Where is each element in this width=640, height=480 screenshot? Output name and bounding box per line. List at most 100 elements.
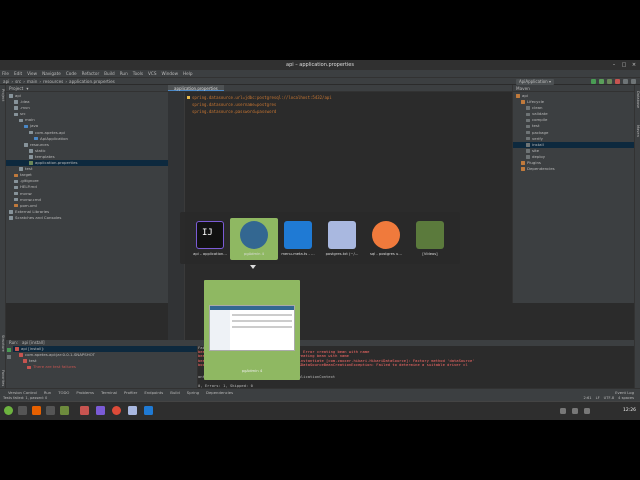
- switcher-app-videos[interactable]: [Vídeos]: [406, 218, 454, 260]
- intellij-icon[interactable]: [96, 406, 105, 415]
- favorites-tool-tab[interactable]: Favorites: [1, 370, 5, 386]
- tool-tab-event-log[interactable]: Event Log: [615, 390, 634, 395]
- breadcrumb-item[interactable]: src: [15, 79, 21, 84]
- editor-tab-application-properties[interactable]: application.properties: [168, 85, 224, 91]
- vscode-icon: [284, 221, 312, 249]
- switcher-app-pgadmin[interactable]: pgAdmin 4: [230, 218, 278, 260]
- code-line-3[interactable]: spring.datasource.password=password: [192, 109, 276, 114]
- project-tree-item[interactable]: Scratches and Consoles: [6, 215, 168, 221]
- menu-icon[interactable]: [4, 406, 13, 415]
- menu-run[interactable]: Run: [120, 71, 128, 76]
- rerun-icon[interactable]: [7, 348, 11, 352]
- search-icon[interactable]: [631, 79, 636, 84]
- window-title: api – application.properties: [286, 62, 354, 68]
- gear-icon: [526, 155, 530, 159]
- folder-icon: [416, 221, 444, 249]
- gear-icon: [526, 106, 530, 110]
- switcher-app-vscode[interactable]: menu-meta.ts - …: [274, 218, 322, 260]
- terminal-icon[interactable]: [46, 406, 55, 415]
- tool-tab-build[interactable]: Build: [170, 390, 180, 395]
- run-tree-row[interactable]: There are test failures: [13, 364, 197, 370]
- tree-node-icon: [29, 161, 33, 165]
- minimize-icon[interactable]: –: [611, 62, 617, 68]
- dbeaver-icon: [372, 221, 400, 249]
- menu-help[interactable]: Help: [183, 71, 193, 76]
- breadcrumb-item[interactable]: resources: [43, 79, 63, 84]
- gear-icon: [526, 136, 530, 141]
- network-icon[interactable]: [560, 408, 566, 414]
- menu-file[interactable]: File: [2, 71, 9, 76]
- tool-tab-terminal[interactable]: Terminal: [101, 390, 117, 395]
- desktop-icon[interactable]: [18, 406, 27, 415]
- window-preview[interactable]: pgAdmin 4: [204, 280, 300, 380]
- code-line-2[interactable]: spring.datasource.username=postgres: [192, 102, 276, 107]
- editor-tabs: application.properties: [168, 85, 512, 92]
- switcher-app-intellij[interactable]: IJ api – application…: [186, 218, 234, 260]
- tool-tab-profiler[interactable]: Profiler: [124, 390, 137, 395]
- breadcrumb-item[interactable]: api: [3, 79, 9, 84]
- tool-tab-todo[interactable]: TODO: [58, 390, 69, 395]
- tree-node-icon: [14, 197, 18, 202]
- tree-node-icon: [14, 106, 18, 110]
- clock[interactable]: 12:26: [623, 408, 636, 413]
- menu-code[interactable]: Code: [66, 71, 77, 76]
- switcher-app-text-editor[interactable]: postgres.txt (~/…: [318, 218, 366, 260]
- text-editor-icon[interactable]: [128, 406, 137, 415]
- tool-tab-dependencies[interactable]: Dependencies: [206, 390, 233, 395]
- code-line-1[interactable]: spring.datasource.url=jdbc:postgresql://…: [192, 95, 332, 100]
- gear-icon: [526, 118, 530, 123]
- tool-tab-problems[interactable]: Problems: [76, 390, 94, 395]
- window-preview-label: pgAdmin 4: [241, 368, 263, 373]
- breadcrumb-item[interactable]: application.properties: [69, 79, 115, 84]
- tree-node-icon: [29, 155, 33, 159]
- tree-node-icon: [24, 124, 28, 129]
- status-message: Tests failed: 1, passed: 0: [3, 396, 48, 400]
- navigation-bar: api › src › main › resources › application.p…: [0, 77, 640, 85]
- battery-icon[interactable]: [584, 408, 590, 414]
- volume-icon[interactable]: [572, 408, 578, 414]
- switcher-app-sql[interactable]: sql - postgres u…: [362, 218, 410, 260]
- maven-panel-header: Maven: [513, 85, 634, 92]
- menu-build[interactable]: Build: [104, 71, 115, 76]
- run-icon[interactable]: [591, 79, 596, 84]
- project-tree: api .idea .mvn src main java com.apetes.api Api…: [6, 92, 168, 221]
- debug-icon[interactable]: [599, 79, 604, 84]
- tree-node-icon: [9, 210, 13, 214]
- maven-tool-tab[interactable]: Maven: [636, 125, 640, 137]
- stop-icon[interactable]: [615, 79, 620, 84]
- menu-view[interactable]: View: [27, 71, 37, 76]
- menu-edit[interactable]: Edit: [14, 71, 22, 76]
- bulb-icon[interactable]: [187, 96, 190, 99]
- vscode-icon[interactable]: [144, 406, 153, 415]
- files-icon[interactable]: [60, 406, 69, 415]
- app-icon[interactable]: [80, 406, 89, 415]
- tool-tab-run[interactable]: Run: [44, 390, 51, 395]
- tool-tab-spring[interactable]: Spring: [187, 390, 199, 395]
- coverage-icon[interactable]: [607, 79, 612, 84]
- desktop-screen: api – application.properties – □ × File …: [0, 60, 640, 420]
- stop-icon[interactable]: [7, 355, 11, 359]
- breadcrumb-item[interactable]: main: [27, 79, 37, 84]
- chrome-icon[interactable]: [112, 406, 121, 415]
- maven-tree-item[interactable]: Dependencies: [513, 166, 634, 172]
- menu-refactor[interactable]: Refactor: [82, 71, 100, 76]
- tool-window-bar: Version Control Run TODO Problems Termin…: [0, 388, 640, 395]
- close-icon[interactable]: ×: [631, 62, 637, 68]
- menu-tools[interactable]: Tools: [133, 71, 143, 76]
- maximize-icon[interactable]: □: [621, 62, 627, 68]
- firefox-icon[interactable]: [32, 406, 41, 415]
- menu-vcs[interactable]: VCS: [148, 71, 156, 76]
- project-panel-header: Project ▾: [6, 85, 168, 92]
- maven-panel-title: Maven: [516, 85, 530, 91]
- tool-tab-version-control[interactable]: Version Control: [8, 390, 37, 395]
- maven-tree: api Lifecycle clean validate compile test pack…: [513, 92, 634, 172]
- database-tool-tab[interactable]: Database: [636, 91, 640, 108]
- tool-tab-endpoints[interactable]: Endpoints: [144, 390, 163, 395]
- elephant-icon: [240, 221, 268, 249]
- structure-tool-tab[interactable]: Structure: [1, 335, 5, 352]
- menu-window[interactable]: Window: [162, 71, 179, 76]
- tree-item-label: Scratches and Consoles: [15, 214, 62, 220]
- project-tool-tab[interactable]: Project: [1, 89, 5, 101]
- build-icon[interactable]: [623, 79, 628, 84]
- menu-navigate[interactable]: Navigate: [42, 71, 61, 76]
